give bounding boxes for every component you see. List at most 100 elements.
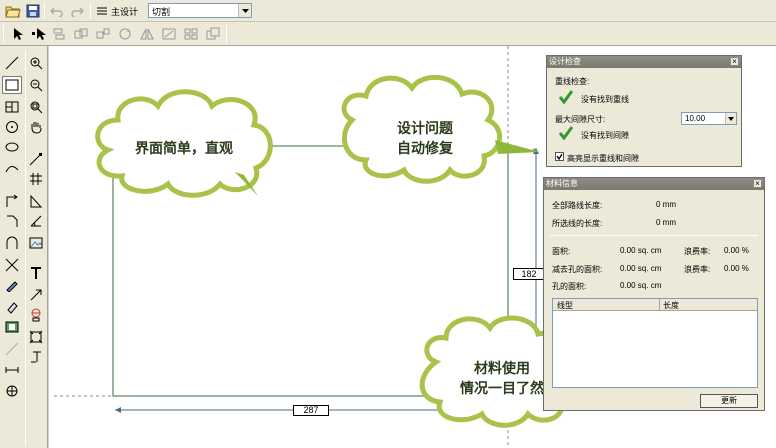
- material-info-panel: 材料信息 × 全部路线长度: 0 mm 所选线的长度: 0 mm 面积: 0.0…: [543, 177, 765, 411]
- area-minus-holes-label: 减去孔的面积:: [552, 265, 603, 274]
- callout-material-line2: 情况一目了然: [460, 381, 544, 397]
- waste-rate-label-1: 浪费率:: [684, 247, 711, 256]
- group-icon[interactable]: [72, 26, 90, 42]
- highlight-checkbox[interactable]: [555, 152, 564, 161]
- hole-area-label: 孔的面积:: [552, 282, 587, 291]
- arrange-icon[interactable]: [204, 26, 222, 42]
- main-design-label: 主设计: [111, 6, 139, 17]
- mirror-icon[interactable]: [138, 26, 156, 42]
- update-button[interactable]: 更新: [700, 394, 758, 408]
- operation-select-value: 切割: [152, 7, 171, 17]
- arrow-tool-icon[interactable]: [26, 286, 46, 304]
- area-label: 面积:: [552, 247, 571, 256]
- area-minus-holes-value: 0.00 sq. cm: [620, 264, 662, 273]
- operation-select[interactable]: 切割: [148, 3, 252, 18]
- origin-tool-icon[interactable]: [2, 382, 22, 400]
- dimension-label-vertical[interactable]: 182: [513, 268, 545, 280]
- checkmark-icon: [559, 126, 573, 140]
- image-tool-icon[interactable]: [26, 234, 46, 252]
- redo-icon[interactable]: [68, 3, 86, 19]
- ellipse-tool-icon[interactable]: [2, 138, 22, 156]
- column-header-length[interactable]: 长度: [663, 300, 679, 311]
- area-value: 0.00 sq. cm: [620, 246, 662, 255]
- gap-check-result: 没有找到间隙: [581, 131, 629, 140]
- zoom-fit-icon[interactable]: [26, 98, 46, 116]
- edit-toolbar: [0, 22, 776, 46]
- text-path-icon[interactable]: [26, 348, 46, 366]
- open-folder-icon[interactable]: [4, 3, 22, 19]
- overlap-check-label: 重线检查:: [555, 77, 590, 86]
- dimension-tool-icon[interactable]: [2, 360, 22, 378]
- overlap-check-result: 没有找到重线: [581, 95, 629, 104]
- eraser-tool-icon[interactable]: [2, 298, 22, 316]
- rotate-icon[interactable]: [116, 26, 134, 42]
- total-path-label: 全部路线长度:: [552, 201, 603, 210]
- max-gap-select[interactable]: 10.00: [681, 112, 737, 125]
- divider: [550, 235, 758, 236]
- select-arrow-icon[interactable]: [8, 26, 26, 42]
- update-button-label: 更新: [721, 396, 737, 405]
- callout-material-line1: 材料使用: [474, 361, 530, 377]
- line-type-table[interactable]: 线型 长度: [552, 298, 758, 388]
- waste-rate-value-2: 0.00 %: [724, 264, 749, 273]
- total-path-value: 0 mm: [656, 200, 676, 209]
- arch-tool-icon[interactable]: [2, 234, 22, 252]
- line-tool-icon[interactable]: [2, 54, 22, 72]
- cut-cross-icon[interactable]: [2, 256, 22, 274]
- material-info-title: 材料信息: [544, 178, 764, 190]
- undo-icon[interactable]: [48, 3, 66, 19]
- waste-rate-label-2: 浪费率:: [684, 265, 711, 274]
- pen-tool-icon[interactable]: [2, 276, 22, 294]
- hole-area-value: 0.00 sq. cm: [620, 281, 662, 290]
- frame-tool-icon[interactable]: [26, 328, 46, 346]
- column-header-line-type[interactable]: 线型: [557, 300, 573, 311]
- stamp-tool-icon[interactable]: [26, 306, 46, 324]
- array-icon[interactable]: [182, 26, 200, 42]
- grid-tool-icon[interactable]: [26, 170, 46, 188]
- window-shape-icon[interactable]: [2, 98, 22, 116]
- main-design-button[interactable]: 主设计: [96, 3, 138, 19]
- text-tool-icon[interactable]: [26, 264, 46, 282]
- dimension-vertical-value: 182: [521, 269, 537, 279]
- zoom-in-icon[interactable]: [26, 54, 46, 72]
- scale-icon[interactable]: [160, 26, 178, 42]
- selected-path-value: 0 mm: [656, 218, 676, 227]
- callout-interface-text: 界面简单，直观: [135, 141, 233, 157]
- node-select-icon[interactable]: [30, 26, 48, 42]
- highlight-label: 高亮显示重线和间隙: [567, 154, 639, 163]
- checkmark-icon: [559, 90, 573, 104]
- design-check-panel: 设计检查 × 重线检查: 没有找到重线 最大间隙尺寸: 10.00 没有找到间隙…: [546, 55, 742, 167]
- ungroup-icon[interactable]: [94, 26, 112, 42]
- fill-tool-icon[interactable]: [2, 318, 22, 336]
- max-gap-label: 最大间隙尺寸:: [555, 115, 606, 124]
- dimension-horizontal-value: 287: [303, 405, 319, 415]
- waste-rate-value-1: 0.00 %: [724, 246, 749, 255]
- measure-line-icon[interactable]: [2, 340, 22, 358]
- node-edit-icon[interactable]: [26, 150, 46, 168]
- design-check-title: 设计检查: [547, 56, 741, 68]
- callout-autofix-line2: 自动修复: [397, 141, 453, 157]
- arc-tool-icon[interactable]: [2, 160, 22, 178]
- selected-path-label: 所选线的长度:: [552, 219, 603, 228]
- triangle-tool-icon[interactable]: [26, 192, 46, 210]
- checkbox-check-icon: [556, 153, 563, 160]
- close-icon[interactable]: ×: [730, 57, 739, 66]
- pan-hand-icon[interactable]: [26, 118, 46, 136]
- zoom-out-icon[interactable]: [26, 76, 46, 94]
- chevron-down-icon: [725, 113, 736, 124]
- chamfer-tool-icon[interactable]: [2, 212, 22, 230]
- max-gap-value: 10.00: [685, 114, 706, 123]
- save-icon[interactable]: [24, 3, 42, 19]
- close-icon[interactable]: ×: [753, 179, 762, 188]
- rectangle-tool-icon[interactable]: [2, 76, 22, 94]
- callout-autofix-line1: 设计问题: [397, 121, 453, 137]
- chevron-down-icon: [238, 4, 251, 17]
- table-header: 线型 长度: [553, 299, 757, 311]
- corner-tool-icon[interactable]: [2, 192, 22, 210]
- dimension-label-horizontal[interactable]: 287: [293, 405, 329, 416]
- design-layers-icon: [97, 7, 107, 15]
- circle-tool-icon[interactable]: [2, 118, 22, 136]
- align-icon[interactable]: [50, 26, 68, 42]
- angle-tool-icon[interactable]: [26, 212, 46, 230]
- main-toolbar: 主设计 切割: [0, 0, 776, 22]
